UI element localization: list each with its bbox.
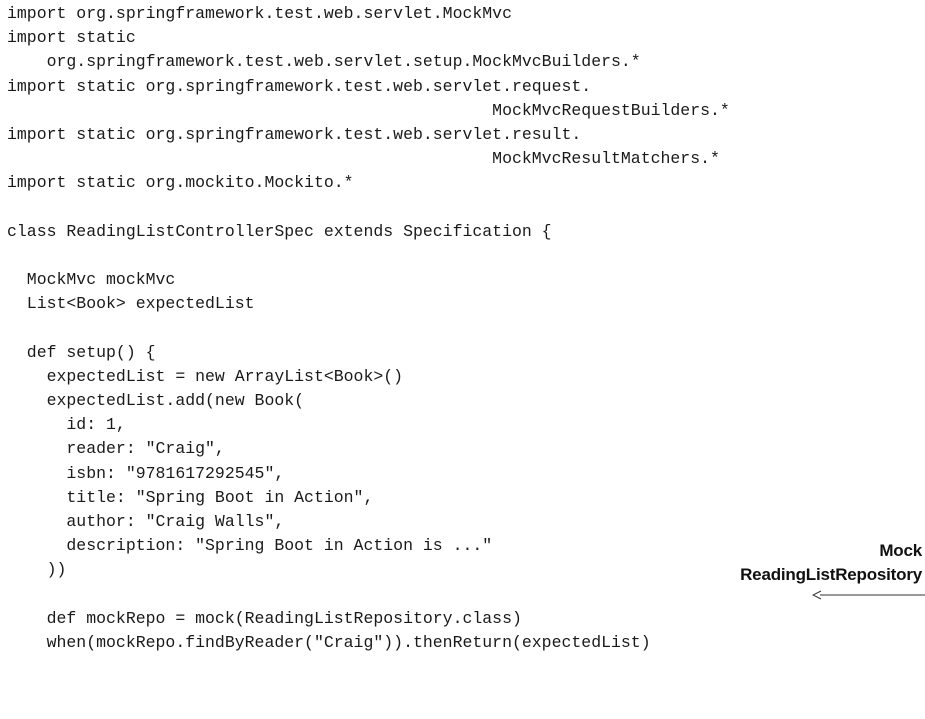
code-line: class ReadingListControllerSpec extends … [7, 221, 552, 241]
code-line: def setup() { [7, 342, 156, 362]
code-line: List<Book> expectedList [7, 294, 255, 314]
code-line: title: "Spring Boot in Action", [7, 487, 374, 507]
code-line: author: "Craig Walls", [7, 511, 285, 531]
code-line: import static org.springframework.test.w… [7, 76, 592, 96]
code-line: when(mockRepo.findByReader("Craig")).the… [7, 632, 651, 652]
callout-annotation: Mock ReadingListRepository [740, 539, 922, 587]
code-line: def mockRepo = mock(ReadingListRepositor… [7, 608, 522, 628]
code-line: description: "Spring Boot in Action is .… [7, 536, 493, 556]
code-line: import static org.mockito.Mockito.* [7, 173, 354, 193]
code-line: MockMvc mockMvc [7, 270, 176, 290]
code-line: isbn: "9781617292545", [7, 463, 285, 483]
callout-arrow-icon [812, 590, 925, 600]
code-line: MockMvcResultMatchers.* [7, 149, 720, 169]
code-line: import org.springframework.test.web.serv… [7, 4, 512, 23]
code-line: import static org.springframework.test.w… [7, 124, 582, 144]
code-line: import static [7, 28, 136, 48]
callout-line-2: ReadingListRepository [740, 565, 922, 584]
code-block: import org.springframework.test.web.serv… [7, 2, 730, 655]
code-line: id: 1, [7, 415, 126, 435]
code-line: reader: "Craig", [7, 439, 225, 459]
code-line: )) [7, 560, 67, 580]
code-line: expectedList = new ArrayList<Book>() [7, 366, 404, 386]
code-line: MockMvcRequestBuilders.* [7, 100, 730, 120]
code-line: org.springframework.test.web.servlet.set… [7, 52, 641, 72]
callout-line-1: Mock [879, 541, 922, 560]
code-line: expectedList.add(new Book( [7, 391, 305, 410]
